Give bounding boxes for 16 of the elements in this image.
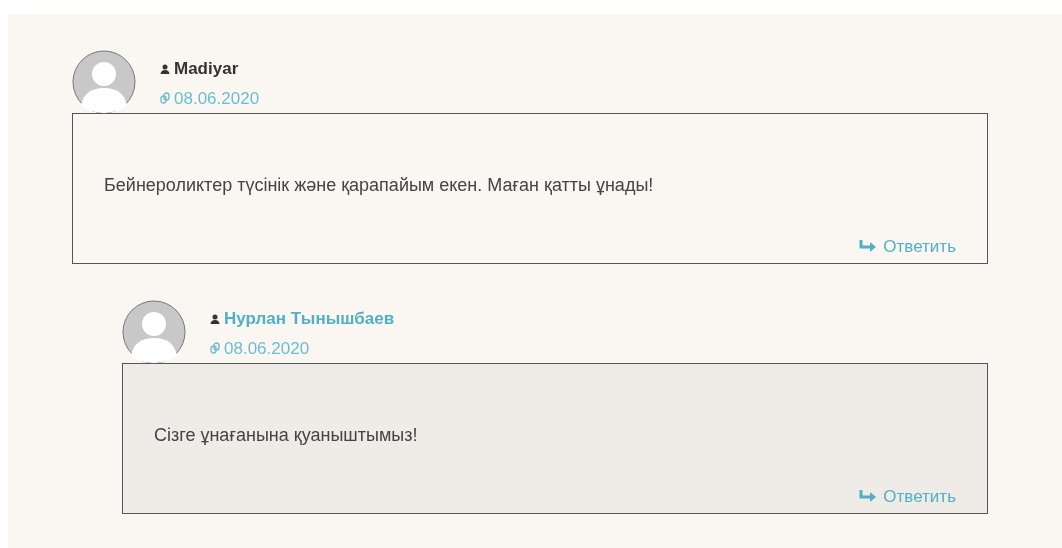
person-icon xyxy=(160,63,170,74)
comment-text: Бейнероликтер түсінік және қарапайым екен. Маған қатты ұнады! xyxy=(104,174,655,197)
person-icon xyxy=(210,313,220,324)
author-name[interactable]: Нурлан Тынышбаев xyxy=(224,306,395,332)
link-icon xyxy=(160,92,170,105)
comment-date: 08.06.2020 xyxy=(174,87,260,110)
reply-arrow-icon xyxy=(859,489,878,504)
avatar-icon xyxy=(122,300,186,364)
comment-date: 08.06.2020 xyxy=(224,337,310,360)
link-icon xyxy=(210,342,220,355)
reply-link[interactable]: Ответить xyxy=(859,233,956,259)
reply-arrow-icon xyxy=(859,239,878,254)
reply-link[interactable]: Ответить xyxy=(859,483,956,509)
avatar-icon xyxy=(72,50,136,114)
comment-text: Сізге ұнағанына қуаныштымыз! xyxy=(154,424,419,447)
author-name: Madiyar xyxy=(174,58,239,80)
